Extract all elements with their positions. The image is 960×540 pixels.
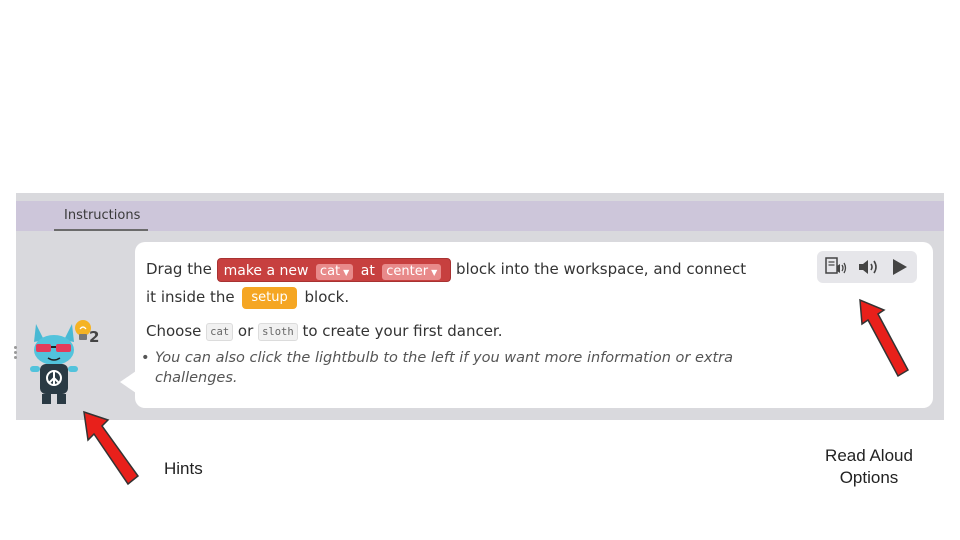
location-dropdown-label: center xyxy=(386,263,429,279)
instruction-line-1: Drag the make a new cat ▼ at center ▼ bloc… xyxy=(146,257,747,282)
bullet-note: • You can also click the lightbulb to th… xyxy=(141,348,815,388)
text-into-workspace: block into the workspace, and connect xyxy=(456,260,747,278)
arrow-to-read-aloud-icon xyxy=(859,298,909,378)
location-dropdown: center ▼ xyxy=(382,263,442,280)
code-cat: cat xyxy=(206,322,234,341)
hint-count: 2 xyxy=(89,328,100,346)
text-drag-the: Drag the xyxy=(146,260,212,278)
tab-instructions[interactable]: Instructions xyxy=(54,201,149,231)
read-aloud-caption-line1: Read Aloud xyxy=(825,446,913,465)
block-at-label: at xyxy=(360,262,375,279)
speech-pointer xyxy=(120,371,136,393)
text-to-create: to create your first dancer. xyxy=(302,322,503,340)
text-or: or xyxy=(237,322,254,340)
text-choose: Choose xyxy=(146,322,202,340)
read-aloud-settings-icon[interactable] xyxy=(825,257,847,277)
setup-block: setup xyxy=(242,286,297,309)
read-aloud-caption: Read Aloud Options xyxy=(806,445,932,489)
bullet-dot: • xyxy=(141,350,150,366)
resize-handle[interactable] xyxy=(14,346,17,360)
speaker-icon[interactable] xyxy=(857,257,879,277)
instructions-panel: Instructions Drag the make a new cat ▼ at… xyxy=(16,193,944,420)
instruction-line-2: it inside the setup block. xyxy=(146,285,349,309)
sprite-dropdown: cat ▼ xyxy=(315,263,354,280)
make-a-new-block: make a new cat ▼ at center ▼ xyxy=(216,257,452,282)
dropdown-arrow-icon: ▼ xyxy=(343,267,350,277)
instructions-content: Drag the make a new cat ▼ at center ▼ bloc… xyxy=(135,242,933,408)
play-icon[interactable] xyxy=(889,257,911,277)
code-sloth: sloth xyxy=(258,322,298,341)
text-it-inside: it inside the xyxy=(146,288,235,306)
hints-caption: Hints xyxy=(164,459,203,478)
arrow-to-hints-icon xyxy=(83,410,140,486)
instruction-line-3: Choose cat or sloth to create your first… xyxy=(146,320,503,342)
text-block: block. xyxy=(304,288,350,306)
read-aloud-caption-line2: Options xyxy=(839,468,899,487)
bullet-text: You can also click the lightbulb to the … xyxy=(155,350,733,386)
sprite-dropdown-label: cat xyxy=(319,263,341,279)
read-aloud-controls xyxy=(817,251,917,283)
dropdown-arrow-icon: ▼ xyxy=(431,267,438,277)
instructions-header: Instructions xyxy=(16,201,944,231)
block-make-a-new-label: make a new xyxy=(223,262,309,279)
